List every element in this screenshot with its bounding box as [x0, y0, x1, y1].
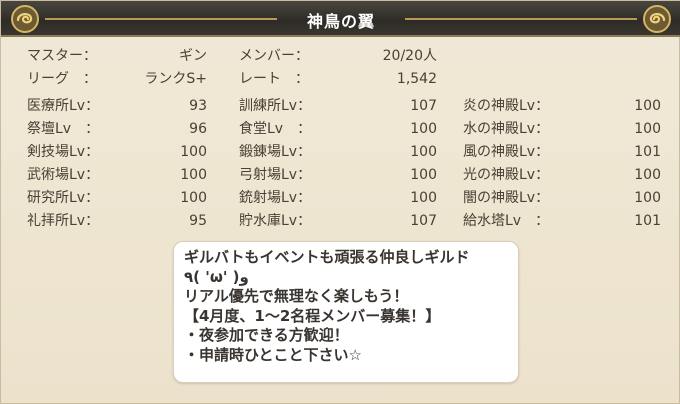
facility-label: 銃射場Lv：	[239, 190, 312, 206]
facility-row: 剣技場Lv： 100 鍛錬場Lv： 100 風の神殿Lv： 101	[1, 143, 680, 161]
facility-level: 100	[410, 167, 437, 183]
league-row: リーグ ： ランクS+ レート ： 1,542	[1, 70, 680, 88]
comment-line: ٩( 'ω' )و	[184, 267, 249, 286]
title-bar: 神鳥の翼	[1, 1, 680, 37]
comment-line: ・夜参加できる方歓迎！	[184, 326, 349, 344]
facility-level: 95	[189, 213, 207, 229]
facility-level: 107	[410, 98, 437, 114]
facility-row: 研究所Lv： 100 銃射場Lv： 100 闇の神殿Lv： 100	[1, 189, 680, 207]
members-value: 20/20人	[382, 48, 437, 64]
facility-label: 水の神殿Lv：	[463, 121, 550, 137]
facility-label: 医療所Lv：	[27, 98, 100, 114]
facility-level: 96	[189, 121, 207, 137]
facility-label: 礼拝所Lv：	[27, 213, 100, 229]
facility-level: 100	[410, 190, 437, 206]
league-label: リーグ ：	[27, 71, 97, 87]
facility-level: 101	[634, 213, 661, 229]
members-label: メンバー：	[239, 48, 309, 64]
facility-level: 100	[180, 167, 207, 183]
facility-level: 100	[634, 190, 661, 206]
facility-label: 食堂Lv ：	[239, 121, 312, 137]
comment-line: ・申請時ひとこと下さい☆	[184, 345, 362, 364]
guild-comment-box: ギルバトもイベントも頑張る仲良しギルド ٩( 'ω' )و リアル優先で無理なく…	[173, 241, 519, 383]
facility-label: 闇の神殿Lv：	[463, 190, 550, 206]
facility-label: 光の神殿Lv：	[463, 167, 550, 183]
facility-level: 100	[410, 121, 437, 137]
facility-label: 炎の神殿Lv：	[463, 98, 550, 114]
swirl-emblem-icon	[11, 5, 39, 33]
facility-level: 100	[410, 144, 437, 160]
facility-label: 鍛錬場Lv：	[239, 144, 312, 160]
comment-line: リアル優先で無理なく楽しもう！	[184, 287, 409, 305]
master-row: マスター： ギン メンバー： 20/20人	[1, 47, 680, 65]
facility-label: 研究所Lv：	[27, 190, 100, 206]
guild-name: 神鳥の翼	[306, 12, 375, 31]
facility-label: 剣技場Lv：	[27, 144, 100, 160]
guild-info-panel: 神鳥の翼 マスター： ギン メンバー： 20/20人 リーグ ： ランクS+ レ…	[0, 0, 680, 404]
facility-label: 祭壇Lv ：	[27, 121, 100, 137]
master-value: ギン	[179, 48, 207, 64]
rate-value: 1,542	[396, 71, 437, 87]
facility-level: 93	[189, 98, 207, 114]
master-label: マスター：	[27, 48, 97, 64]
facility-level: 101	[634, 144, 661, 160]
facility-label: 風の神殿Lv：	[463, 144, 550, 160]
facility-level: 100	[180, 144, 207, 160]
swirl-emblem-icon	[643, 5, 671, 33]
comment-line: 【4月度、1～2名程メンバー募集！】	[184, 306, 441, 325]
facility-row: 祭壇Lv ： 96 食堂Lv ： 100 水の神殿Lv： 100	[1, 120, 680, 138]
facility-level: 107	[410, 213, 437, 229]
facility-row: 礼拝所Lv： 95 貯水庫Lv： 107 給水塔Lv ： 101	[1, 212, 680, 230]
league-value: ランクS+	[144, 71, 207, 87]
facility-level: 100	[634, 121, 661, 137]
facility-label: 武術場Lv：	[27, 167, 100, 183]
facility-label: 訓練所Lv：	[239, 98, 312, 114]
facility-level: 100	[634, 98, 661, 114]
facility-label: 給水塔Lv ：	[463, 213, 550, 229]
facility-level: 100	[634, 167, 661, 183]
facility-level: 100	[180, 190, 207, 206]
facility-label: 弓射場Lv：	[239, 167, 312, 183]
rate-label: レート ：	[239, 71, 309, 87]
facility-row: 医療所Lv： 93 訓練所Lv： 107 炎の神殿Lv： 100	[1, 97, 680, 115]
comment-line: ギルバトもイベントも頑張る仲良しギルド	[184, 248, 470, 266]
facility-row: 武術場Lv： 100 弓射場Lv： 100 光の神殿Lv： 100	[1, 166, 680, 184]
facility-label: 貯水庫Lv：	[239, 213, 312, 229]
